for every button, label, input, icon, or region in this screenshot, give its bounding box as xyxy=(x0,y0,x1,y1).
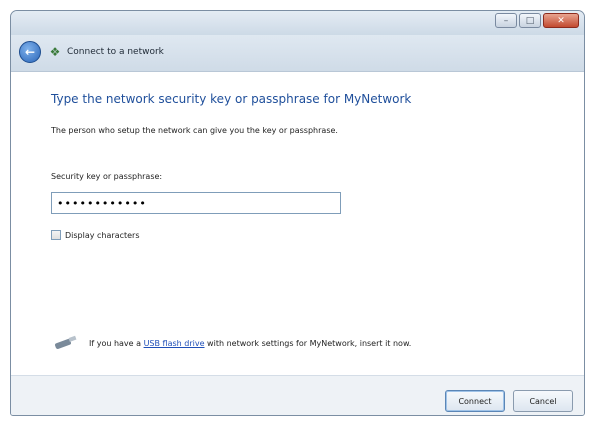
back-arrow-icon: ← xyxy=(24,45,36,59)
cancel-button[interactable]: Cancel xyxy=(513,390,573,412)
dialog-window: – □ ✕ ← ❖ Connect to a network Type the … xyxy=(10,10,585,416)
caption-buttons: – □ ✕ xyxy=(495,13,579,28)
network-icon: ❖ xyxy=(49,45,61,59)
usb-hint-row: If you have a USB flash drive with netwo… xyxy=(51,334,411,352)
minimize-icon: – xyxy=(503,15,509,26)
page-heading: Type the network security key or passphr… xyxy=(51,92,412,106)
back-button[interactable]: ← xyxy=(19,41,41,63)
usb-hint-prefix: If you have a xyxy=(89,338,144,348)
minimize-button[interactable]: – xyxy=(495,13,517,28)
display-characters-row[interactable]: Display characters xyxy=(51,230,140,240)
usb-hint-suffix: with network settings for MyNetwork, ins… xyxy=(204,338,412,348)
navigation-bar: ← ❖ Connect to a network xyxy=(11,35,584,71)
instruction-text: The person who setup the network can giv… xyxy=(51,126,338,135)
usb-hint-text: If you have a USB flash drive with netwo… xyxy=(89,339,411,348)
button-footer: Connect Cancel xyxy=(11,375,584,415)
close-icon: ✕ xyxy=(557,15,565,26)
display-characters-label[interactable]: Display characters xyxy=(65,231,140,240)
usb-flash-drive-icon xyxy=(55,335,77,349)
display-characters-checkbox[interactable] xyxy=(51,230,61,240)
content-area: Type the network security key or passphr… xyxy=(11,71,584,376)
usb-flash-drive-link[interactable]: USB flash drive xyxy=(144,339,205,348)
security-key-input[interactable] xyxy=(51,192,341,214)
maximize-icon: □ xyxy=(525,15,535,26)
window-title: Connect to a network xyxy=(67,47,164,57)
connect-button[interactable]: Connect xyxy=(445,390,505,412)
maximize-button[interactable]: □ xyxy=(519,13,541,28)
security-key-label: Security key or passphrase: xyxy=(51,172,163,181)
close-button[interactable]: ✕ xyxy=(543,13,579,28)
